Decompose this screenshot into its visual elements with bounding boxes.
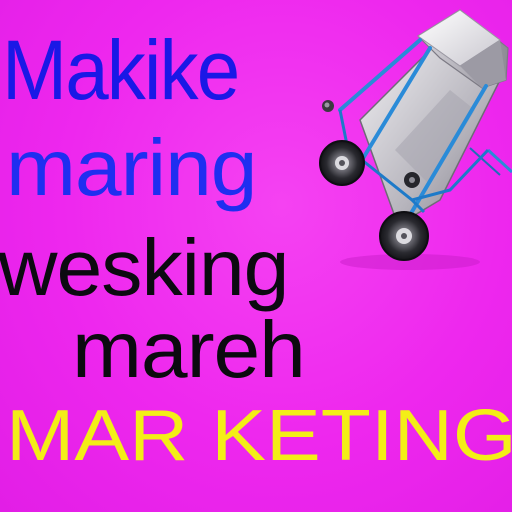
headline-line-1: Makike xyxy=(2,23,240,117)
poster-canvas: Makike maring wesking mareh MAR KETING xyxy=(0,0,512,512)
headline-line-2: maring xyxy=(6,123,258,212)
headline-line-4: mareh xyxy=(72,305,306,394)
headline-line-3: wesking xyxy=(0,223,290,312)
headline-line-5: MAR KETING xyxy=(6,396,512,476)
hand-truck-cart-icon xyxy=(319,9,512,270)
